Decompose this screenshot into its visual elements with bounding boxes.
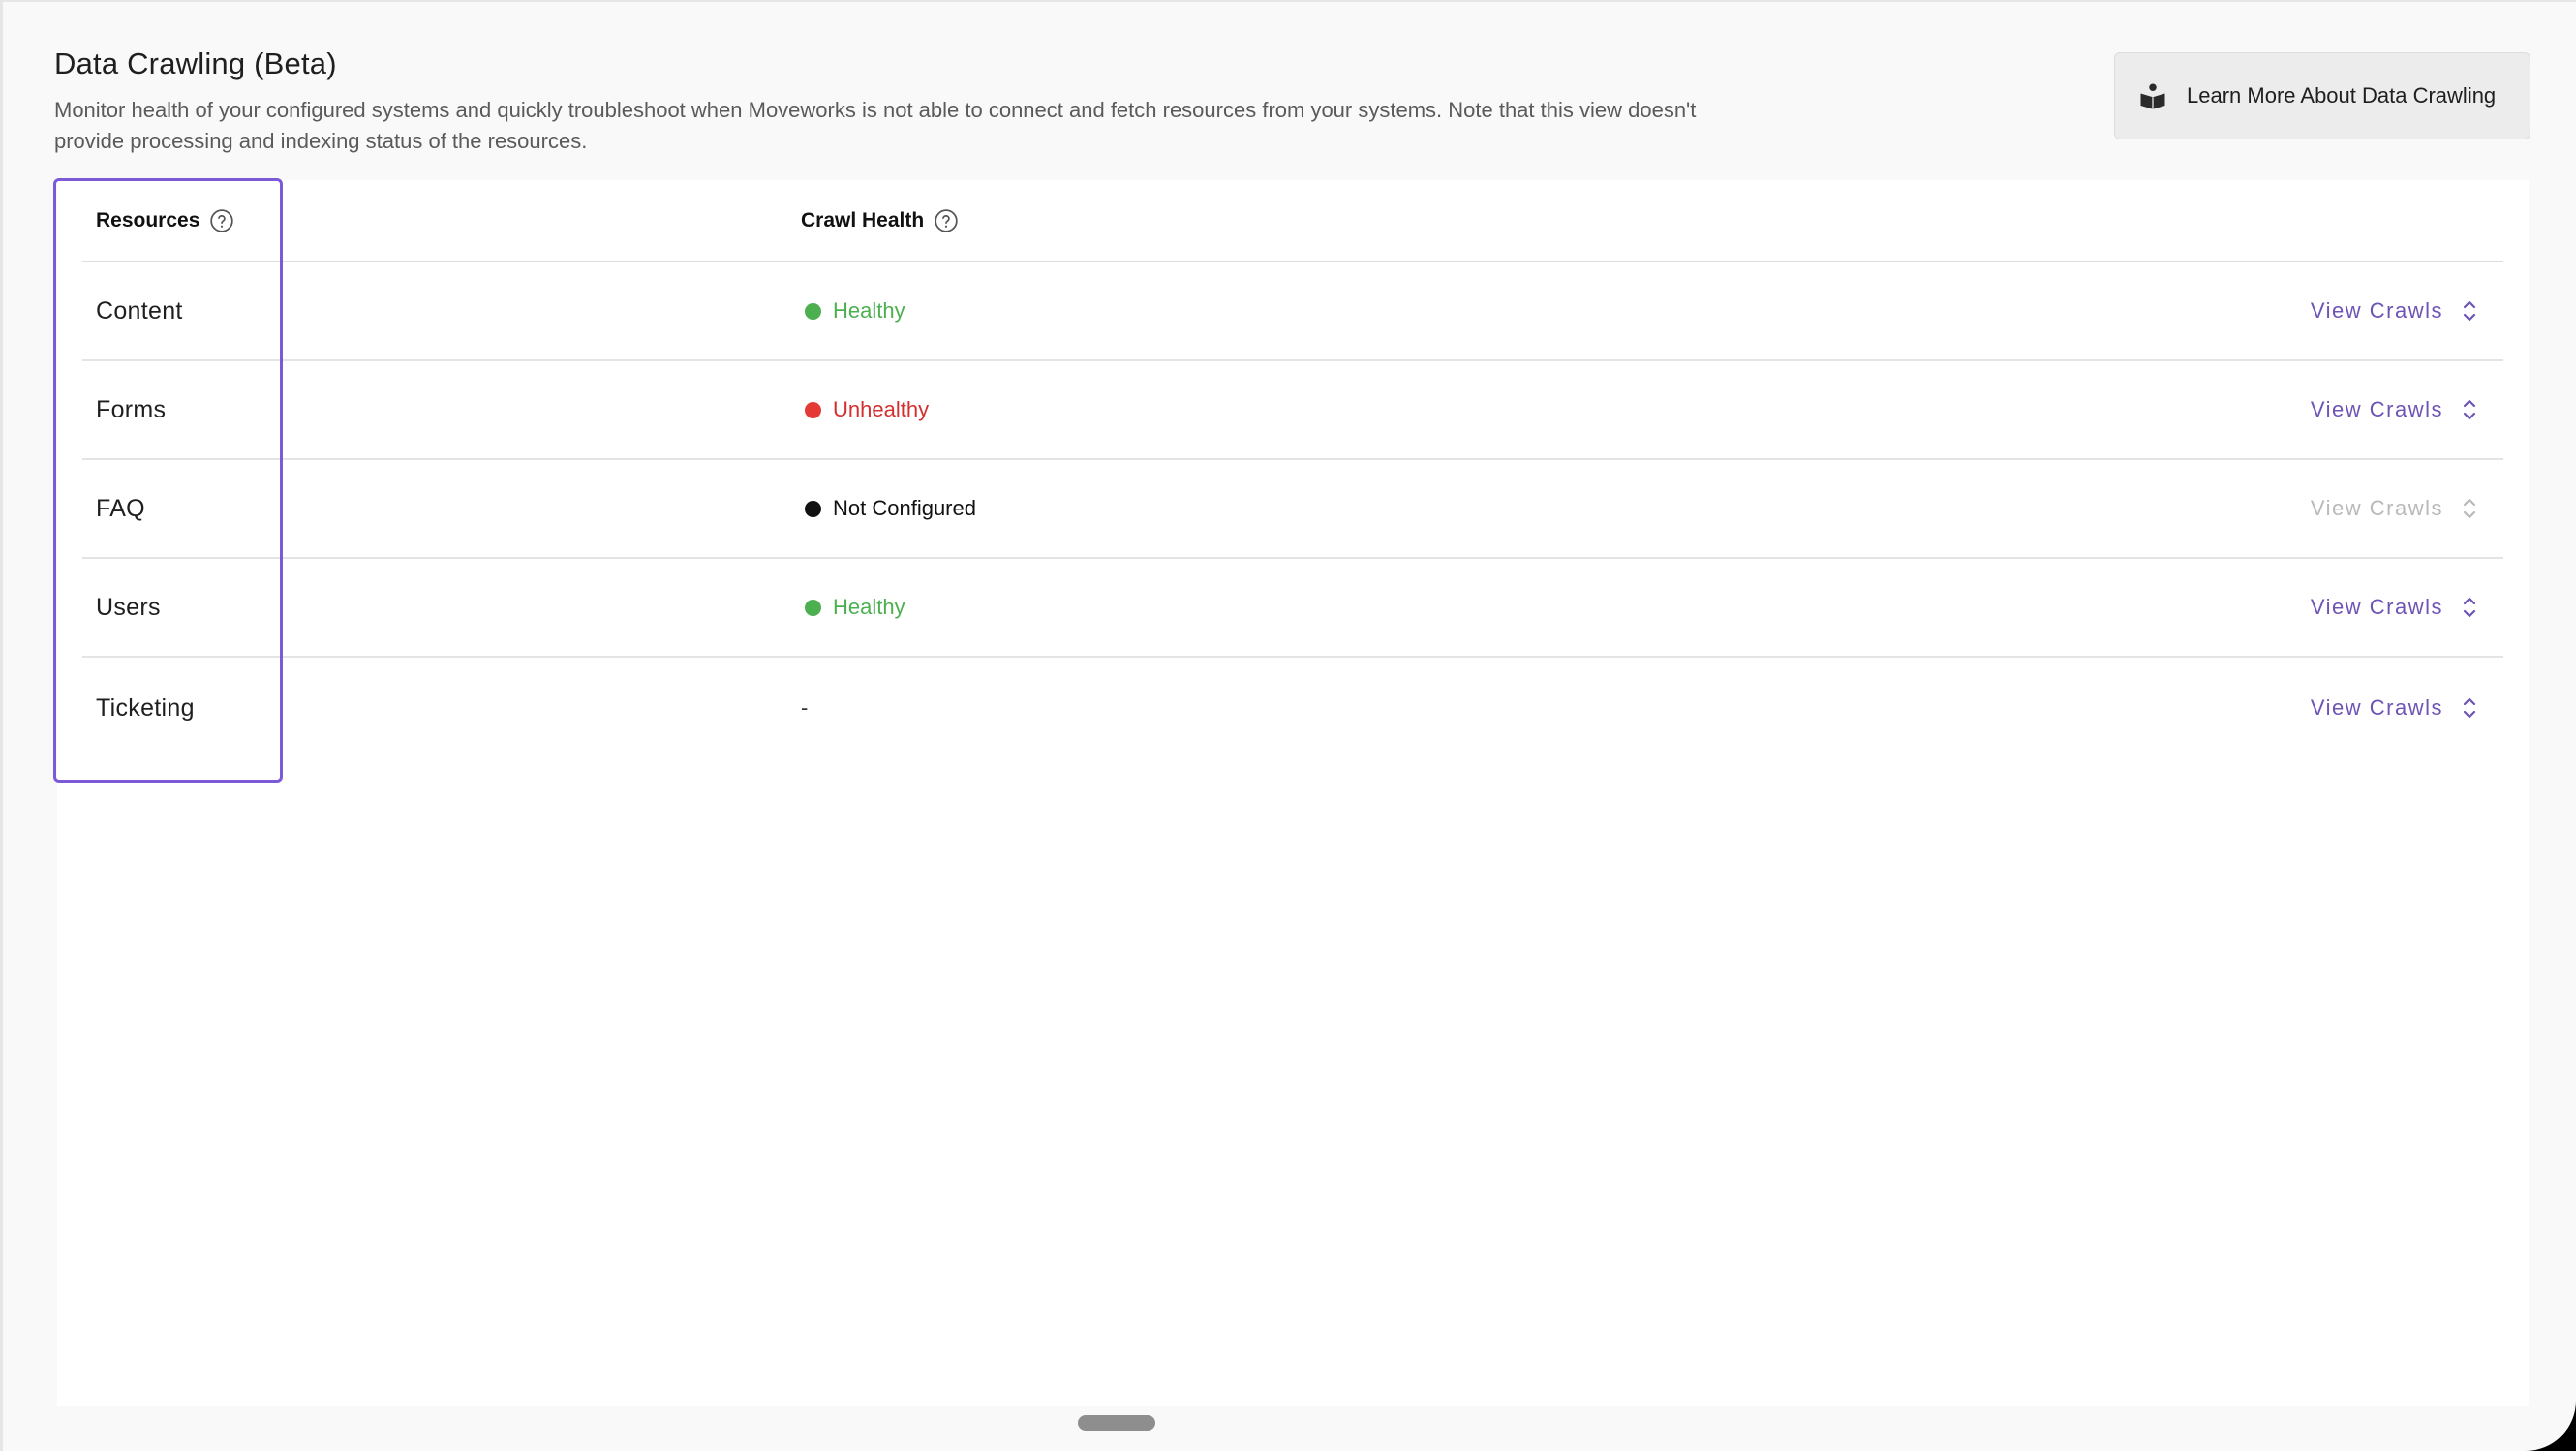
status-badge: Not Configured <box>801 496 976 521</box>
expand-chevron-icon <box>2461 695 2478 722</box>
app-window: Data Crawling (Beta) Monitor health of y… <box>0 0 2576 1451</box>
table-body: Content Healthy View Crawls Forms Unheal… <box>82 262 2503 758</box>
status-badge: Unhealthy <box>801 397 929 422</box>
page-title: Data Crawling (Beta) <box>54 46 337 80</box>
header-resources: Resources <box>82 208 801 233</box>
resource-name: Ticketing <box>96 694 195 722</box>
view-crawls-label: View Crawls <box>2310 496 2443 520</box>
status-label: - <box>801 695 809 720</box>
expand-chevron-icon <box>2461 297 2478 324</box>
crawl-health-cell: Healthy <box>801 298 2290 324</box>
crawl-health-cell: - <box>801 695 2290 721</box>
crawl-health-cell: Unhealthy <box>801 397 2290 422</box>
expand-chevron-icon <box>2461 495 2478 522</box>
status-label: Healthy <box>833 595 905 619</box>
resource-name: Forms <box>96 395 167 423</box>
status-dot <box>805 401 821 418</box>
status-badge: - <box>801 695 808 721</box>
header-crawl-health-label: Crawl Health <box>801 208 925 232</box>
resource-name: Users <box>96 593 161 621</box>
book-reader-icon <box>2138 81 2167 110</box>
view-crawls-label: View Crawls <box>2310 695 2443 720</box>
view-crawls-button[interactable]: View Crawls <box>2290 594 2503 621</box>
resources-table: Resources Crawl Health Content Healthy V… <box>82 180 2503 758</box>
status-badge: Healthy <box>801 298 905 324</box>
status-label: Unhealthy <box>833 397 930 421</box>
status-dot <box>805 500 821 517</box>
header-resources-label: Resources <box>96 208 200 232</box>
learn-more-button[interactable]: Learn More About Data Crawling <box>2114 52 2530 139</box>
view-crawls-button[interactable]: View Crawls <box>2290 396 2503 423</box>
scroll-handle[interactable] <box>1078 1415 1155 1431</box>
status-badge: Healthy <box>801 595 905 620</box>
resource-name: FAQ <box>96 494 145 522</box>
crawl-health-cell: Healthy <box>801 595 2290 620</box>
header-crawl-health: Crawl Health <box>801 208 2503 233</box>
view-crawls-button: View Crawls <box>2290 495 2503 522</box>
table-row: Content Healthy View Crawls <box>82 262 2503 361</box>
view-crawls-label: View Crawls <box>2310 595 2443 619</box>
page-description: Monitor health of your configured system… <box>54 98 1697 153</box>
view-crawls-button[interactable]: View Crawls <box>2290 695 2503 722</box>
learn-more-label: Learn More About Data Crawling <box>2187 83 2497 108</box>
status-label: Not Configured <box>833 496 976 520</box>
status-label: Healthy <box>833 298 905 323</box>
view-crawls-label: View Crawls <box>2310 397 2443 421</box>
view-crawls-button[interactable]: View Crawls <box>2290 297 2503 324</box>
table-header: Resources Crawl Health <box>82 180 2503 262</box>
view-crawls-label: View Crawls <box>2310 298 2443 323</box>
expand-chevron-icon <box>2461 396 2478 423</box>
resources-help-icon[interactable] <box>209 208 234 233</box>
crawl-health-help-icon[interactable] <box>934 208 959 233</box>
resource-name: Content <box>96 296 183 324</box>
expand-chevron-icon <box>2461 594 2478 621</box>
crawl-health-cell: Not Configured <box>801 496 2290 521</box>
page-header: Data Crawling (Beta) Monitor health of y… <box>54 46 1701 157</box>
resources-card: Resources Crawl Health Content Healthy V… <box>57 180 2529 1406</box>
status-dot <box>805 599 821 616</box>
table-row: Ticketing - View Crawls <box>82 658 2503 758</box>
status-dot <box>805 302 821 320</box>
table-row: Forms Unhealthy View Crawls <box>82 361 2503 460</box>
table-row: FAQ Not Configured View Crawls <box>82 460 2503 559</box>
table-row: Users Healthy View Crawls <box>82 559 2503 658</box>
